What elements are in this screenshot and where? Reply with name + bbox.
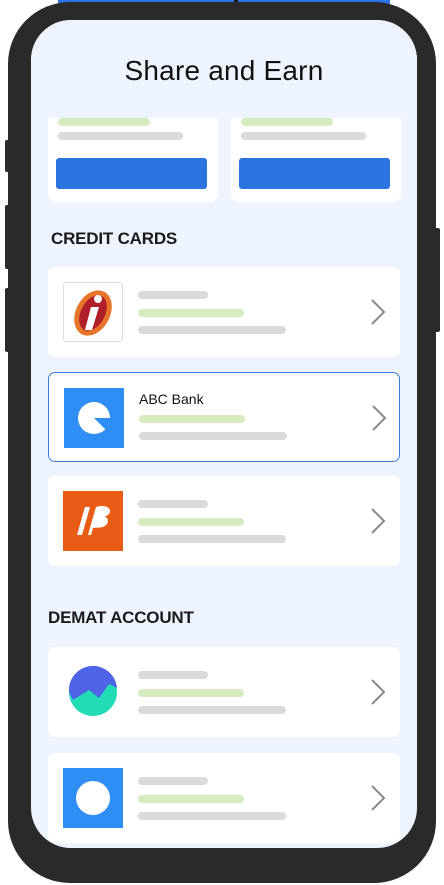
credit-card-item[interactable]: ABC Bank bbox=[48, 372, 400, 462]
credit-card-item[interactable] bbox=[48, 267, 400, 357]
share-button[interactable] bbox=[239, 158, 390, 189]
bank-name: ABC Bank bbox=[139, 391, 204, 407]
share-button[interactable] bbox=[56, 158, 207, 189]
credit-card-item[interactable] bbox=[48, 476, 400, 566]
chevron-right-icon bbox=[372, 405, 387, 431]
placeholder-line bbox=[138, 795, 244, 803]
placeholder-line bbox=[138, 326, 286, 334]
phone-power-button bbox=[433, 228, 440, 332]
demat-chart-logo bbox=[63, 662, 123, 722]
placeholder-line bbox=[138, 777, 208, 785]
header: Share and Earn bbox=[31, 20, 417, 118]
placeholder-line bbox=[139, 432, 287, 440]
placeholder-line bbox=[138, 309, 244, 317]
demat-circle-logo bbox=[63, 768, 123, 828]
placeholder-line bbox=[58, 118, 150, 126]
placeholder-line bbox=[138, 812, 286, 820]
section-title-credit-cards: CREDIT CARDS bbox=[51, 229, 178, 248]
placeholder-line bbox=[138, 689, 244, 697]
chevron-right-icon bbox=[371, 299, 386, 325]
abc-bank-logo bbox=[64, 388, 124, 448]
placeholder-line bbox=[138, 500, 208, 508]
chevron-right-icon bbox=[371, 679, 386, 705]
placeholder-line bbox=[241, 118, 333, 126]
placeholder-line bbox=[241, 132, 366, 140]
phone-volume-down bbox=[5, 288, 11, 352]
phone-volume-up bbox=[5, 205, 11, 269]
placeholder-line bbox=[138, 535, 286, 543]
page-title: Share and Earn bbox=[124, 55, 324, 86]
placeholder-line bbox=[138, 706, 286, 714]
icici-bank-logo bbox=[63, 282, 123, 342]
chevron-right-icon bbox=[371, 785, 386, 811]
bank-of-baroda-logo bbox=[63, 491, 123, 551]
app-screen: Share and Earn CREDIT CARDS ABC Bank DEM… bbox=[31, 20, 417, 848]
chevron-right-icon bbox=[371, 508, 386, 534]
phone-side-button bbox=[5, 140, 11, 172]
placeholder-line bbox=[138, 291, 208, 299]
placeholder-line bbox=[139, 415, 245, 423]
demat-account-item[interactable] bbox=[48, 753, 400, 843]
placeholder-line bbox=[138, 518, 244, 526]
placeholder-line bbox=[58, 132, 183, 140]
section-title-demat-account: DEMAT ACCOUNT bbox=[48, 608, 194, 627]
placeholder-line bbox=[138, 671, 208, 679]
demat-account-item[interactable] bbox=[48, 647, 400, 737]
